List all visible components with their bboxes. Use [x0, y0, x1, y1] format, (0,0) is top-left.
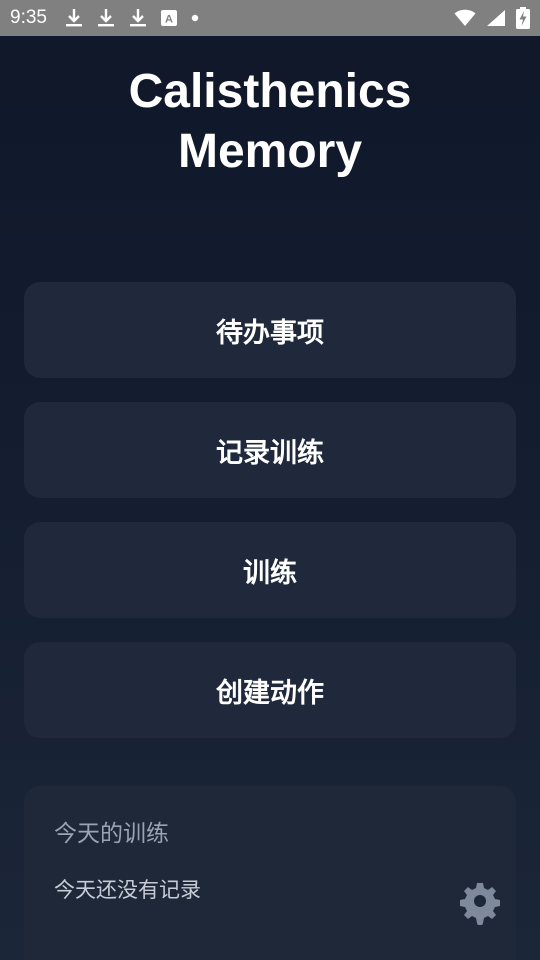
wifi-icon: [454, 9, 476, 27]
log-training-button[interactable]: 记录训练: [24, 402, 516, 498]
dot-icon: [191, 14, 199, 22]
app-title: Calisthenics Memory: [0, 62, 540, 182]
create-exercise-button[interactable]: 创建动作: [24, 642, 516, 738]
app-title-line1: Calisthenics: [128, 65, 412, 118]
signal-icon: [486, 9, 506, 27]
font-app-icon: A: [160, 10, 177, 26]
download-icon: [97, 8, 115, 28]
status-left: 9:35 A: [10, 7, 199, 29]
settings-button[interactable]: [456, 878, 504, 930]
training-button[interactable]: 训练: [24, 522, 516, 618]
font-app-letter: A: [165, 14, 173, 26]
status-bar: 9:35 A: [0, 0, 540, 36]
status-right: [454, 7, 530, 29]
status-time: 9:35: [10, 7, 47, 28]
today-training-card: 今天的训练 今天还没有记录: [24, 786, 516, 960]
battery-charging-icon: [516, 7, 530, 29]
download-icon: [65, 8, 83, 28]
todo-button[interactable]: 待办事项: [24, 282, 516, 378]
app-title-line2: Memory: [177, 125, 363, 178]
today-empty-message: 今天还没有记录: [54, 878, 201, 902]
gear-icon: [460, 883, 500, 925]
download-icon: [129, 8, 147, 28]
today-training-title: 今天的训练: [54, 821, 169, 847]
